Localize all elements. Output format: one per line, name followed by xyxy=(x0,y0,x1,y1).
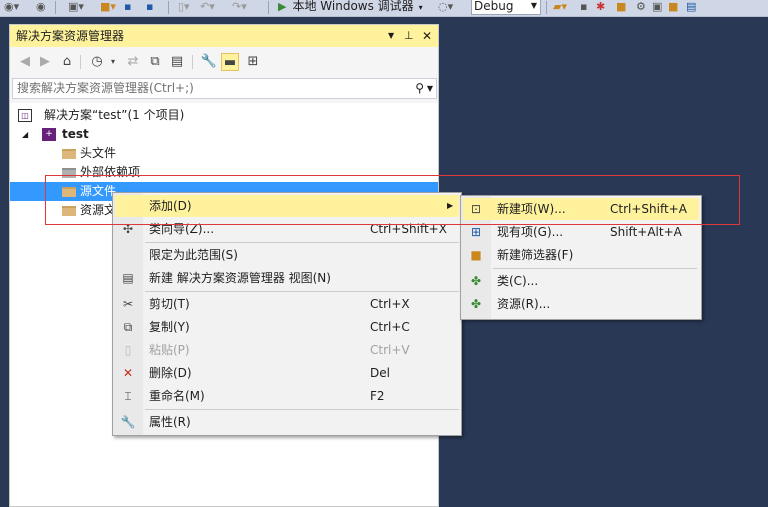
resource-icon: ✤ xyxy=(470,297,482,311)
folder-icon[interactable]: ■ xyxy=(616,0,626,14)
tree-item-label: 源文件 xyxy=(80,184,117,198)
play-icon: ▶ xyxy=(278,0,287,13)
bug-icon[interactable]: ✱ xyxy=(596,0,605,14)
undo-icon[interactable]: ↶▾ xyxy=(200,0,215,14)
preview-icon[interactable]: ▬ xyxy=(221,53,239,71)
folder-icon xyxy=(62,187,76,197)
tree-item-label: test xyxy=(62,127,89,141)
submenu-item-class[interactable]: ✤ 类(C)... xyxy=(463,270,699,292)
menu-item-class-wizard[interactable]: ✣ 类向导(Z)... Ctrl+Shift+X xyxy=(115,218,459,240)
start-debugging-button[interactable]: ▶ 本地 Windows 调试器 ▾ xyxy=(278,0,423,15)
forward-icon[interactable]: ◉ xyxy=(36,0,46,14)
tree-item-solution[interactable]: ◫ 解决方案“test”(1 个项目) xyxy=(10,106,438,125)
tree-item-label: 资源文 xyxy=(80,203,117,217)
panel-title: 解决方案资源管理器 xyxy=(16,29,125,43)
panel-menu-icon[interactable]: ▼ xyxy=(388,25,394,47)
folder-icon xyxy=(62,206,76,216)
submenu-item-existing-item[interactable]: ⊞ 现有项(G)... Shift+Alt+A xyxy=(463,221,699,243)
menu-item-new-view[interactable]: ▤ 新建 解决方案资源管理器 视图(N) xyxy=(115,267,459,289)
copy-icon: ⧉ xyxy=(123,320,133,334)
tree-item-label: 头文件 xyxy=(80,146,117,160)
class-icon: ✤ xyxy=(470,274,482,288)
run-label: 本地 Windows 调试器 xyxy=(292,0,414,13)
panel-toolbar: ◀ ▶ ⌂ ◷ ▾ ⇄ ⧉ ▤ 🔧 ▬ ⊞ xyxy=(10,49,438,75)
redo-icon[interactable]: ↷▾ xyxy=(232,0,247,14)
submenu-item-new-filter[interactable]: ■ 新建筛选器(F) xyxy=(463,244,699,266)
menu-item-copy[interactable]: ⧉ 复制(Y) Ctrl+C xyxy=(115,316,459,338)
chevron-down-icon: ▼ xyxy=(530,1,537,10)
back-icon[interactable]: ◀ xyxy=(16,53,34,71)
home-icon[interactable]: ⌂ xyxy=(58,53,76,71)
tree-item-label: 解决方案“test”(1 个项目) xyxy=(44,108,185,122)
project-icon: + xyxy=(42,128,56,141)
pin-icon[interactable]: ⊥ xyxy=(404,25,414,47)
menu-item-properties[interactable]: 🔧 属性(R) xyxy=(115,411,459,433)
new-filter-icon: ■ xyxy=(470,248,482,262)
submenu-item-resource[interactable]: ✤ 资源(R)... xyxy=(463,293,699,315)
target-icon[interactable]: ▪ xyxy=(580,0,587,14)
paste-icon: ▯ xyxy=(124,343,132,357)
add-submenu: ⊡ 新建项(W)... Ctrl+Shift+A ⊞ 现有项(G)... Shi… xyxy=(460,195,702,320)
new-view-icon: ▤ xyxy=(122,271,134,285)
main-toolbar: ◉▾ ◉ ▣▾ ■▾ ▪ ▪ ▯▾ ↶▾ ↷▾ ▶ 本地 Windows 调试器 ▾… xyxy=(0,0,768,17)
menu-item-scope[interactable]: 限定为此范围(S) xyxy=(115,244,459,266)
new-project-icon[interactable]: ▣▾ xyxy=(68,0,84,14)
left-dock-strip xyxy=(0,18,9,507)
menu-item-delete[interactable]: ✕ 删除(D) Del xyxy=(115,362,459,384)
tree-item-external-deps[interactable]: 外部依赖项 xyxy=(10,163,438,182)
back-icon[interactable]: ◉▾ xyxy=(4,0,19,14)
folder-alt-icon[interactable]: ■ xyxy=(668,0,678,14)
search-icon[interactable]: ⚲ xyxy=(415,79,424,98)
collapse-all-icon[interactable]: ⧉ xyxy=(146,53,164,71)
sync-icon[interactable]: ⇄ xyxy=(124,53,142,71)
configuration-value: Debug xyxy=(474,0,514,13)
tree-item-label: 外部依赖项 xyxy=(80,165,141,179)
panel-title-bar: 解决方案资源管理器 ▼ ⊥ ✕ xyxy=(10,25,438,47)
external-deps-icon xyxy=(62,168,76,178)
rename-icon: ⌶ xyxy=(124,389,132,403)
menu-item-add[interactable]: 添加(D) ▶ xyxy=(115,195,459,217)
menu-item-cut[interactable]: ✂ 剪切(T) Ctrl+X xyxy=(115,293,459,315)
context-menu: 添加(D) ▶ ✣ 类向导(Z)... Ctrl+Shift+X 限定为此范围(… xyxy=(112,192,462,436)
class-view-icon[interactable]: ⊞ xyxy=(244,53,262,71)
open-folder-icon[interactable]: ■▾ xyxy=(100,0,116,14)
save-all-icon[interactable]: ▪ xyxy=(146,0,153,14)
expand-arrow-icon[interactable]: ◢ xyxy=(22,125,28,144)
folder-icon xyxy=(62,149,76,159)
scissors-icon: ✂ xyxy=(122,297,134,311)
paste-toolbar-icon[interactable]: ▯▾ xyxy=(178,0,190,14)
close-icon[interactable]: ✕ xyxy=(422,25,432,47)
existing-item-icon: ⊞ xyxy=(470,225,482,239)
search-placeholder: 搜索解决方案资源管理器(Ctrl+;) xyxy=(17,81,194,95)
submenu-item-new-item[interactable]: ⊡ 新建项(W)... Ctrl+Shift+A xyxy=(463,198,699,220)
find-icon[interactable]: ▰▾ xyxy=(553,0,567,14)
save-icon[interactable]: ▪ xyxy=(124,0,131,14)
search-input[interactable]: 搜索解决方案资源管理器(Ctrl+;) ⚲ ▼ xyxy=(12,78,437,99)
gear-icon[interactable]: ⚙ xyxy=(636,0,646,14)
menu-item-rename[interactable]: ⌶ 重命名(M) F2 xyxy=(115,385,459,407)
class-wizard-icon: ✣ xyxy=(122,222,134,236)
attach-icon[interactable]: ◌▾ xyxy=(438,0,453,14)
chevron-down-icon[interactable]: ▼ xyxy=(427,79,433,98)
wrench-icon: 🔧 xyxy=(120,415,136,429)
tree-item-project[interactable]: ◢ + test xyxy=(10,125,438,144)
show-all-files-icon[interactable]: ▤ xyxy=(168,53,186,71)
doc-icon[interactable]: ▤ xyxy=(686,0,696,14)
history-dropdown-icon[interactable]: ▾ xyxy=(104,53,122,71)
properties-icon[interactable]: 🔧 xyxy=(200,53,218,71)
submenu-arrow-icon: ▶ xyxy=(447,201,454,210)
tree-item-header-files[interactable]: 头文件 xyxy=(10,144,438,163)
solution-icon: ◫ xyxy=(18,109,32,122)
menu-item-paste[interactable]: ▯ 粘贴(P) Ctrl+V xyxy=(115,339,459,361)
new-item-icon: ⊡ xyxy=(470,202,482,216)
window-icon[interactable]: ▣ xyxy=(652,0,662,14)
configuration-dropdown[interactable]: Debug ▼ xyxy=(471,0,541,15)
delete-icon: ✕ xyxy=(122,366,134,380)
forward-icon[interactable]: ▶ xyxy=(36,53,54,71)
